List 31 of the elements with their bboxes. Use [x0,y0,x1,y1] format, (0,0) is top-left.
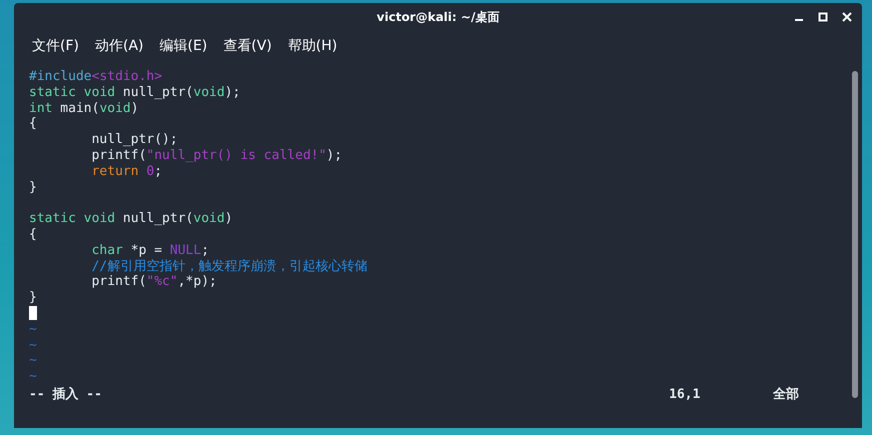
menu-item[interactable]: 查看(V) [215,37,280,55]
code-line: { [29,226,38,243]
empty-line-marker: ~ [29,369,37,384]
code-line: printf("null_ptr() is called!"); [90,148,344,164]
code-line: return 0; [90,164,164,180]
code-line: int main(void) [29,100,140,116]
scroll-position: 全部 [773,386,799,404]
empty-line-marker: ~ [29,338,37,353]
code-line: printf("%c",*p); [90,274,218,290]
code-line: static void null_ptr(void) [29,211,234,227]
menu-item[interactable]: 帮助(H) [280,37,346,55]
code-line: { [29,116,38,132]
menu-item[interactable]: 动作(A) [86,37,152,55]
cursor-position: 16,1 [669,386,702,404]
code-line: #include<stdio.h> [29,69,164,85]
text-cursor [29,306,37,320]
mode-indicator: -- 插入 -- [29,386,103,404]
menu-item[interactable]: 编辑(E) [152,37,216,55]
code-line: char *p = NULL; [90,242,210,259]
maximize-icon[interactable] [818,12,828,22]
code-line: null_ptr(); [90,132,179,148]
code-line: } [29,180,38,196]
code-line: static void null_ptr(void); [29,84,242,101]
code-line: //解引用空指针，触发程序崩溃，引起核心转储 [90,258,368,274]
empty-line-marker: ~ [29,353,37,368]
empty-line-marker: ~ [29,322,37,337]
code-line: } [29,290,38,306]
window-title: victor@kali: ~/桌面 [376,8,500,26]
close-icon[interactable] [842,12,852,22]
scrollbar-thumb[interactable] [852,71,858,398]
menu-item[interactable]: 文件(F) [24,37,87,55]
